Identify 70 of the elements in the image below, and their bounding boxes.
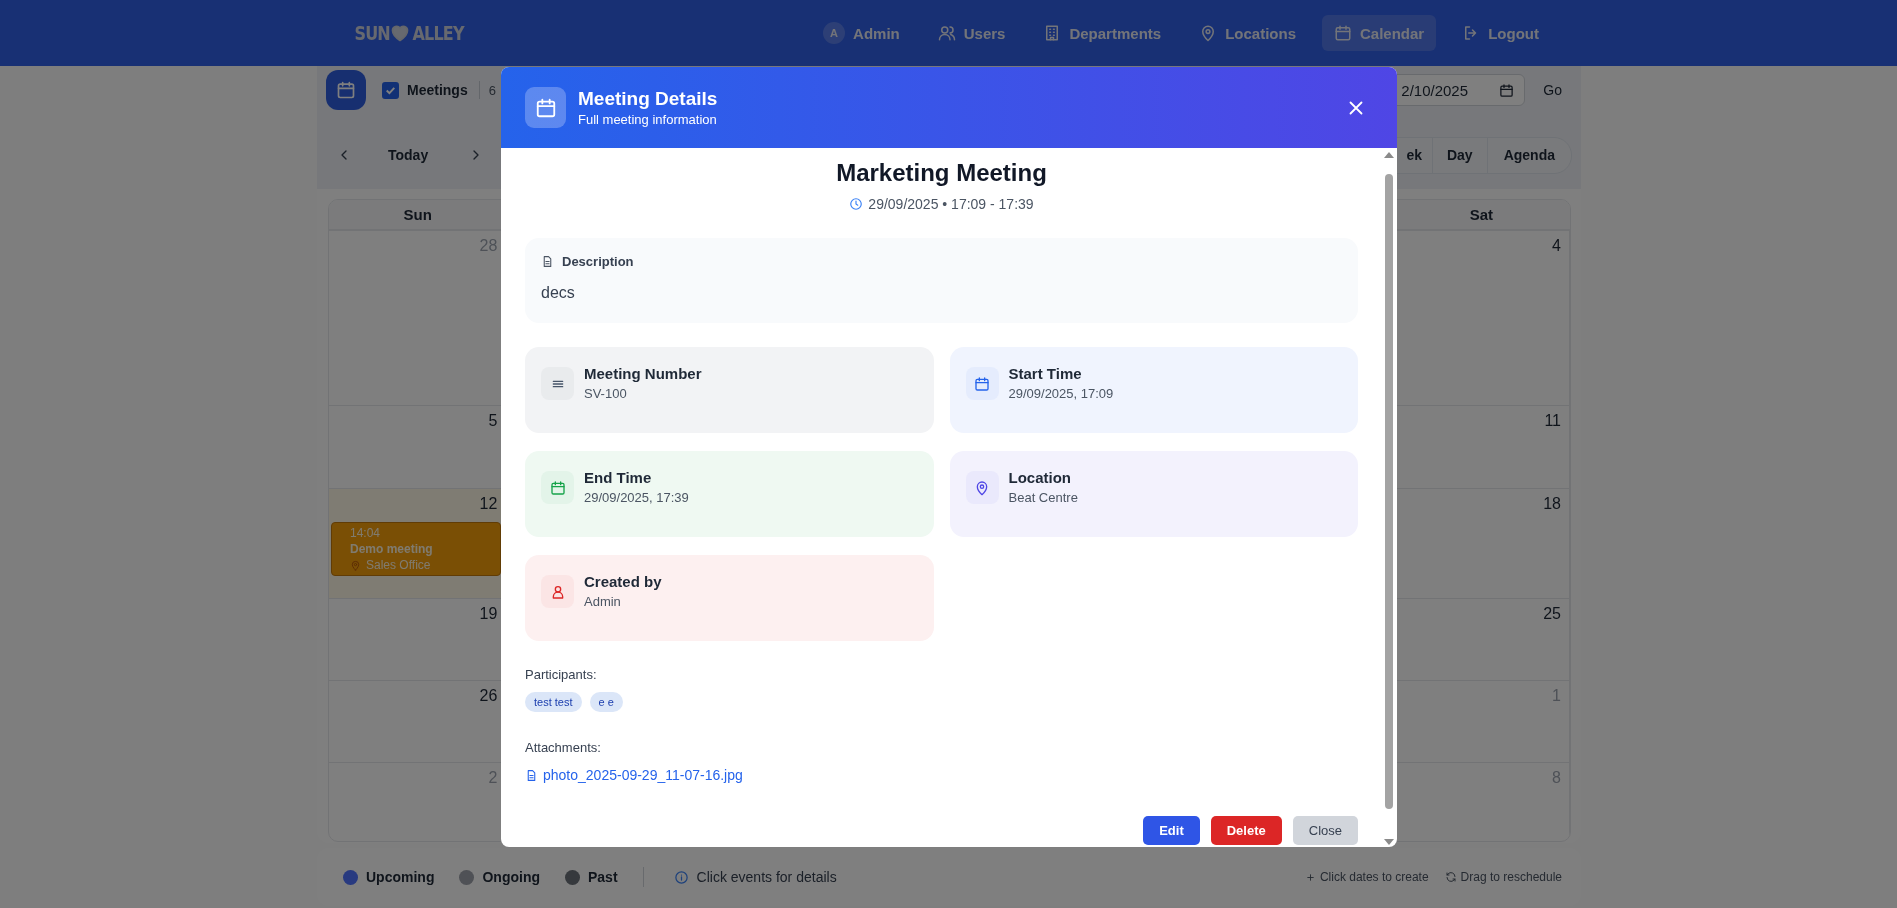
detail-value: 29/09/2025, 17:39 <box>584 490 689 505</box>
event-time: 14:04 <box>350 526 382 540</box>
participant-chip: test test <box>525 692 582 712</box>
detail-label: Location <box>1008 469 1072 486</box>
view-tab[interactable]: Day <box>1431 137 1487 173</box>
detail-label: Meeting Number <box>584 365 702 382</box>
dialog-button[interactable]: Close <box>1292 816 1358 845</box>
day-number: 25 <box>1543 605 1562 623</box>
document-icon <box>541 255 554 268</box>
nav-link[interactable]: A Admin <box>811 13 912 53</box>
detail-value: SV-100 <box>584 386 628 401</box>
refresh-icon <box>1444 871 1457 883</box>
calendar-icon <box>1499 82 1515 98</box>
hint-text: Click events for details <box>696 869 837 885</box>
heart-icon <box>390 23 411 43</box>
hint-text: Drag to reschedule <box>1460 870 1562 884</box>
dialog-button[interactable]: Delete <box>1210 816 1282 845</box>
attachments-label: Attachments: <box>525 740 602 755</box>
checkbox[interactable] <box>382 81 399 99</box>
pin-icon <box>350 559 361 571</box>
description-label: Description <box>562 254 634 269</box>
description-text: decs <box>541 284 576 302</box>
event-location: Sales Office <box>366 558 431 572</box>
day-number: 11 <box>1544 412 1562 430</box>
day-number: 18 <box>1543 495 1562 513</box>
detail-value: Beat Centre <box>1008 490 1078 505</box>
legend-label: Past <box>588 869 618 885</box>
file-icon <box>525 768 538 782</box>
calendar-icon <box>1334 24 1352 42</box>
legend-label: Upcoming <box>366 869 435 885</box>
dialog-title: Meeting Details <box>578 88 718 110</box>
meeting-title: Marketing Meeting <box>835 158 1048 188</box>
logo-text: SUN <box>354 21 390 45</box>
plus-icon <box>1304 871 1316 883</box>
meetings-filter-checkbox[interactable]: Meetings <box>382 81 468 99</box>
detail-label: Created by <box>584 573 662 590</box>
calendar-icon <box>534 96 557 119</box>
event-count: 6 <box>488 82 496 98</box>
event-title: Demo meeting <box>350 542 434 556</box>
view-tab[interactable]: ek <box>1390 137 1432 173</box>
dialog-subtitle: Full meeting information <box>578 112 718 127</box>
detail-label: End Time <box>584 469 653 486</box>
detail-value: Admin <box>584 594 622 609</box>
nav-link[interactable]: Locations <box>1187 15 1308 51</box>
legend-label: Ongoing <box>482 869 540 885</box>
nav-link[interactable]: Departments <box>1031 15 1174 51</box>
participant-chip: e e <box>589 692 623 712</box>
day-number: 12 <box>479 495 499 513</box>
day-number: 19 <box>479 605 499 623</box>
day-number: 4 <box>1552 237 1562 255</box>
nav-link[interactable]: Logout <box>1450 15 1551 51</box>
dialog-button[interactable]: Edit <box>1143 816 1200 845</box>
nav-link[interactable]: Users <box>925 15 1018 51</box>
attachment-link[interactable]: photo_2025-09-29_11-07-16.jpg <box>543 767 743 783</box>
detail-value: 29/09/2025, 17:09 <box>1008 386 1114 401</box>
info-icon <box>673 869 689 885</box>
go-button[interactable]: Go <box>1533 76 1572 104</box>
hint-text: Click dates to create <box>1319 870 1429 884</box>
participants-label: Participants: <box>525 667 598 682</box>
day-number: 26 <box>479 687 499 705</box>
filter-label: Meetings <box>407 82 468 98</box>
day-number: 5 <box>488 412 499 430</box>
view-tab[interactable]: Agenda <box>1486 137 1571 173</box>
clock-icon <box>849 197 864 211</box>
detail-label: Start Time <box>1008 365 1083 382</box>
logo-text: ALLEY <box>412 21 465 45</box>
users-icon <box>937 24 956 42</box>
meeting-date-time: 29/09/2025 • 17:09 - 17:39 <box>868 196 1034 212</box>
calendar-icon <box>336 80 356 100</box>
today-button[interactable]: Today <box>378 141 439 169</box>
